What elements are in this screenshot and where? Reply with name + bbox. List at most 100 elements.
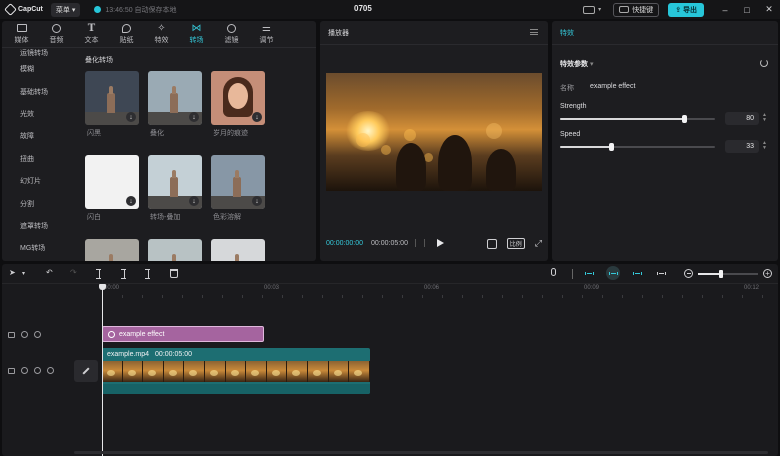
- transition-item[interactable]: ↓ 叠化: [148, 71, 202, 138]
- play-button[interactable]: [436, 239, 444, 247]
- transition-item[interactable]: ↓ 闪黑: [85, 71, 139, 138]
- sidebar-item[interactable]: 扭曲: [2, 148, 78, 170]
- strength-slider-handle[interactable]: [682, 115, 687, 123]
- transition-thumbnail[interactable]: [148, 239, 202, 261]
- tab-effects[interactable]: ✧ 特效: [144, 21, 179, 47]
- edit-cover-button[interactable]: [74, 360, 98, 382]
- playhead[interactable]: [99, 284, 106, 456]
- transition-thumbnail[interactable]: ↓: [85, 155, 139, 209]
- fullscreen-icon[interactable]: ⤢: [535, 239, 542, 248]
- download-icon[interactable]: ↓: [252, 196, 262, 206]
- download-icon[interactable]: ↓: [189, 196, 199, 206]
- transition-item[interactable]: [148, 239, 202, 261]
- tab-sticker[interactable]: 贴纸: [109, 21, 144, 47]
- timecode-grid-icon[interactable]: [414, 239, 425, 247]
- sidebar-item[interactable]: 基础转场: [2, 80, 78, 102]
- zoom-in-icon[interactable]: +: [763, 269, 772, 278]
- effect-name-value: example effect: [590, 83, 636, 90]
- download-icon[interactable]: ↓: [126, 112, 136, 122]
- menu-button[interactable]: 菜单 ▾: [50, 2, 81, 17]
- transition-thumbnail[interactable]: ↓: [85, 71, 139, 125]
- strength-input[interactable]: 80: [725, 112, 759, 125]
- timeline-scrollbar[interactable]: [74, 451, 768, 454]
- video-track-controls: [8, 367, 54, 374]
- ruler-tick-label: 00:06: [424, 285, 440, 291]
- sidebar-item[interactable]: 幻灯片: [2, 170, 78, 192]
- transition-thumbnail[interactable]: ↓: [148, 155, 202, 209]
- download-icon[interactable]: ↓: [189, 112, 199, 122]
- transition-item[interactable]: ↓ 岁月的痕迹: [211, 71, 265, 138]
- effect-params-header[interactable]: 特效参数 ▾: [560, 59, 593, 69]
- speed-slider-handle[interactable]: [609, 143, 615, 151]
- video-clip[interactable]: example.mp4 00:00:05:00: [102, 348, 370, 394]
- microphone-icon[interactable]: [551, 268, 556, 276]
- timeline-ruler[interactable]: 00:00 00:03 00:06 00:09 00:12: [102, 284, 778, 298]
- preview-axis-icon[interactable]: [654, 269, 668, 278]
- undo-icon[interactable]: ↶: [46, 268, 53, 277]
- sidebar-item[interactable]: 模糊: [2, 58, 78, 80]
- fit-icon[interactable]: [486, 238, 497, 249]
- menu-icon[interactable]: [530, 29, 538, 35]
- tab-audio[interactable]: 音频: [39, 21, 74, 47]
- effect-clip[interactable]: example effect: [102, 326, 264, 342]
- tab-effect[interactable]: 特效: [552, 21, 778, 45]
- transition-thumbnail[interactable]: ↓: [211, 71, 265, 125]
- export-button[interactable]: ⇪ 导出: [668, 2, 704, 17]
- zoom-out-icon[interactable]: [684, 269, 693, 278]
- transition-item[interactable]: ↓ 闪白: [85, 155, 139, 222]
- snap-bar-glyph: [608, 271, 618, 275]
- audio-mute-icon[interactable]: [47, 367, 54, 374]
- ratio-button[interactable]: 比例: [506, 238, 525, 249]
- tab-adjust[interactable]: ⚌ 调节: [249, 21, 284, 47]
- chevron-down-icon[interactable]: ▼: [762, 118, 767, 123]
- magnet-snap-icon[interactable]: [606, 266, 620, 280]
- transition-thumbnail[interactable]: [211, 239, 265, 261]
- transition-thumbnail[interactable]: [85, 239, 139, 261]
- shortcut-button[interactable]: 快捷键: [613, 2, 660, 17]
- strength-slider[interactable]: [560, 115, 715, 123]
- sidebar-item[interactable]: 光效: [2, 103, 78, 125]
- sidebar-item[interactable]: 遮罩转场: [2, 215, 78, 237]
- zoom-slider-handle[interactable]: [719, 270, 723, 278]
- layout-icon[interactable]: [583, 5, 596, 14]
- lock-icon[interactable]: [21, 331, 28, 338]
- close-button[interactable]: ✕: [758, 4, 780, 15]
- chevron-down-icon[interactable]: ▼: [762, 146, 767, 151]
- eye-icon[interactable]: [34, 367, 41, 374]
- strength-slider-fill: [560, 118, 684, 120]
- maximize-button[interactable]: □: [736, 5, 758, 15]
- tab-transition[interactable]: ⋈ 转场: [179, 21, 214, 47]
- sidebar-item[interactable]: 故障: [2, 125, 78, 147]
- strength-stepper[interactable]: ▲ ▼: [762, 113, 767, 123]
- minimize-button[interactable]: –: [714, 5, 736, 15]
- transition-item[interactable]: [85, 239, 139, 261]
- speed-slider[interactable]: [560, 143, 715, 151]
- speed-input[interactable]: 33: [725, 140, 759, 153]
- download-icon[interactable]: ↓: [126, 196, 136, 206]
- transition-item[interactable]: ↓ 色彩溶解: [211, 155, 265, 222]
- sidebar-item[interactable]: 分割: [2, 192, 78, 214]
- sidebar-item[interactable]: MG转场: [2, 237, 78, 259]
- select-cursor-icon[interactable]: ➤: [9, 268, 16, 277]
- video-preview[interactable]: [326, 73, 542, 191]
- lock-icon[interactable]: [21, 367, 28, 374]
- transition-item[interactable]: ↓ 转场-叠加: [148, 155, 202, 222]
- zoom-slider[interactable]: [698, 270, 758, 278]
- transition-thumbnail[interactable]: ↓: [148, 71, 202, 125]
- link-main-track-icon[interactable]: [582, 269, 596, 278]
- speed-stepper[interactable]: ▲ ▼: [762, 141, 767, 151]
- tab-media[interactable]: 媒体: [4, 21, 39, 47]
- delete-icon[interactable]: [170, 269, 178, 278]
- transition-thumbnail[interactable]: ↓: [211, 155, 265, 209]
- reset-icon[interactable]: [760, 59, 768, 67]
- eye-icon[interactable]: [34, 331, 41, 338]
- tab-filter[interactable]: 滤镜: [214, 21, 249, 47]
- transition-item[interactable]: [211, 239, 265, 261]
- sidebar-item[interactable]: 运镜转场: [2, 48, 78, 58]
- project-title[interactable]: 0705: [354, 4, 372, 13]
- chevron-down-icon[interactable]: ▾: [22, 270, 25, 277]
- linkage-icon[interactable]: [630, 269, 644, 278]
- chevron-down-icon[interactable]: ▾: [598, 6, 601, 13]
- download-icon[interactable]: ↓: [252, 112, 262, 122]
- tab-text[interactable]: T 文本: [74, 21, 109, 47]
